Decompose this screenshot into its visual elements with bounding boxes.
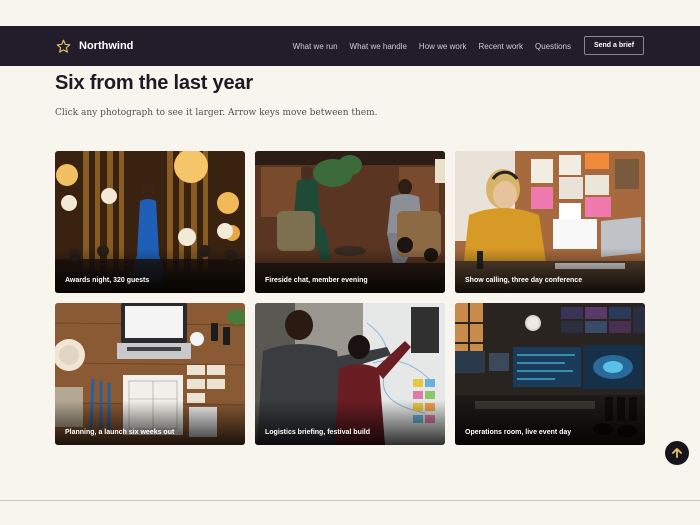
section-title: Six from the last year	[55, 72, 253, 94]
caption-shade	[255, 400, 445, 445]
star-outline-icon	[56, 39, 71, 53]
photo-gallery: Awards night, 320 guests Fireside chat, …	[55, 151, 645, 445]
nav-link-what-we-handle[interactable]: What we handle	[350, 42, 407, 51]
nav-links: What we run What we handle How we work R…	[293, 26, 571, 66]
caption: Operations room, live event day	[465, 429, 572, 436]
section-subtitle: Click any photograph to see it larger. A…	[55, 108, 378, 118]
arrow-up-icon	[672, 448, 682, 458]
caption-shade	[455, 248, 645, 293]
brand-name: Northwind	[79, 40, 134, 52]
gallery-tile-planning[interactable]: Planning, a launch six weeks out	[55, 303, 245, 445]
nav-link-how-we-work[interactable]: How we work	[419, 42, 467, 51]
gallery-tile-show-calling[interactable]: Show calling, three day conference	[455, 151, 645, 293]
nav-link-recent-work[interactable]: Recent work	[479, 42, 523, 51]
caption-shade	[55, 400, 245, 445]
gallery-tile-awards-night[interactable]: Awards night, 320 guests	[55, 151, 245, 293]
back-to-top-button[interactable]	[665, 441, 689, 465]
caption: Logistics briefing, festival build	[265, 429, 371, 436]
brand[interactable]: Northwind	[56, 26, 133, 66]
top-strip	[0, 0, 700, 26]
navbar: Northwind What we run What we handle How…	[0, 26, 700, 66]
caption: Show calling, three day conference	[465, 277, 583, 284]
caption-shade	[455, 400, 645, 445]
nav-link-what-we-run[interactable]: What we run	[293, 42, 338, 51]
send-brief-button[interactable]: Send a brief	[584, 36, 644, 55]
caption: Awards night, 320 guests	[65, 277, 150, 284]
caption-shade	[55, 248, 245, 293]
gallery-tile-logistics-briefing[interactable]: Logistics briefing, festival build	[255, 303, 445, 445]
footer-divider	[0, 500, 700, 501]
caption: Planning, a launch six weeks out	[65, 429, 175, 436]
gallery-tile-operations-room[interactable]: Operations room, live event day	[455, 303, 645, 445]
caption: Fireside chat, member evening	[265, 277, 368, 284]
gallery-tile-fireside-chat[interactable]: Fireside chat, member evening	[255, 151, 445, 293]
nav-link-questions[interactable]: Questions	[535, 42, 571, 51]
caption-shade	[255, 248, 445, 293]
